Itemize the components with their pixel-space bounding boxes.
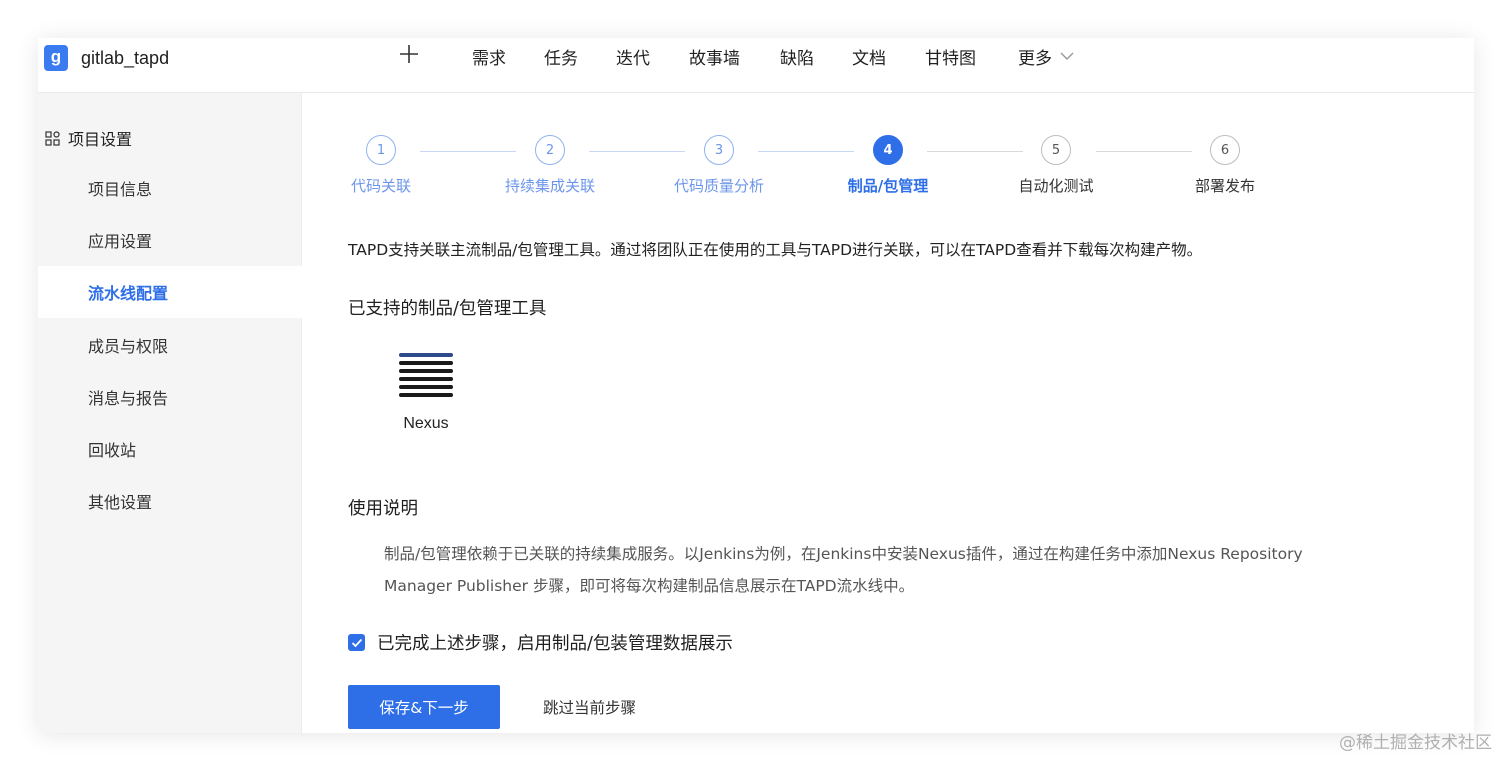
- grid-icon: [45, 130, 60, 146]
- enable-display-label: 已完成上述步骤，启用制品/包装管理数据展示: [377, 634, 733, 654]
- nav-more-label: 更多: [1018, 49, 1052, 69]
- app-window: g gitlab_tapd 需求 任务 迭代 故事墙 缺陷 文档 甘特图 更多: [38, 38, 1474, 733]
- sidebar: 项目设置 项目信息 应用设置 流水线配置 成员与权限 消息与报告 回收站 其他设…: [38, 93, 302, 733]
- project-logo[interactable]: g: [44, 45, 68, 71]
- sidebar-item-project-info[interactable]: 项目信息: [38, 162, 302, 214]
- step-connector: [927, 151, 1023, 152]
- step-connector: [420, 151, 516, 152]
- usage-line: 制品/包管理依赖于已关联的持续集成服务。以Jenkins为例，在Jenkins中…: [384, 545, 1303, 563]
- step-4-label[interactable]: 制品/包管理: [848, 175, 928, 196]
- nav-docs[interactable]: 文档: [852, 44, 886, 69]
- top-bar: g gitlab_tapd 需求 任务 迭代 故事墙 缺陷 文档 甘特图 更多: [38, 38, 1474, 93]
- sidebar-item-recycle-bin[interactable]: 回收站: [38, 423, 302, 475]
- nexus-icon: [393, 353, 459, 397]
- step-4-circle[interactable]: 4: [873, 135, 903, 165]
- main-content: 1 2 3 4 5 6 代码关联 持续集成关联 代码质量分析 制品/包管理 自动…: [303, 93, 1474, 733]
- nav-story-wall[interactable]: 故事墙: [689, 44, 740, 69]
- chevron-down-icon: [1060, 52, 1074, 60]
- sidebar-title-label: 项目设置: [68, 130, 133, 149]
- sidebar-title: 项目设置: [45, 126, 132, 150]
- sidebar-item-members[interactable]: 成员与权限: [38, 319, 302, 371]
- usage-title: 使用说明: [348, 499, 418, 519]
- step-1-circle[interactable]: 1: [366, 135, 396, 165]
- check-icon: [351, 638, 362, 647]
- nav-iterations[interactable]: 迭代: [616, 44, 650, 69]
- sidebar-item-app-settings[interactable]: 应用设置: [38, 214, 302, 266]
- step-connector: [1096, 151, 1192, 152]
- usage-line: Manager Publisher 步骤，即可将每次构建制品信息展示在TAPD流…: [384, 577, 915, 595]
- enable-display-checkbox-row[interactable]: 已完成上述步骤，启用制品/包装管理数据展示: [348, 630, 733, 655]
- step-1-label[interactable]: 代码关联: [351, 175, 411, 196]
- project-name[interactable]: gitlab_tapd: [81, 48, 169, 69]
- nav-more[interactable]: 更多: [1018, 44, 1074, 69]
- nav-requirements[interactable]: 需求: [472, 44, 506, 69]
- step-connector: [758, 151, 854, 152]
- sidebar-item-pipeline-config[interactable]: 流水线配置: [38, 266, 302, 318]
- plus-icon: [400, 45, 418, 63]
- nav-bugs[interactable]: 缺陷: [780, 44, 814, 69]
- page-description: TAPD支持关联主流制品/包管理工具。通过将团队正在使用的工具与TAPD进行关联…: [348, 241, 1203, 259]
- step-connector: [589, 151, 685, 152]
- watermark: @稀土掘金技术社区: [1339, 733, 1492, 753]
- sidebar-item-messages[interactable]: 消息与报告: [38, 371, 302, 423]
- create-button[interactable]: [396, 41, 422, 67]
- enable-display-checkbox[interactable]: [348, 634, 365, 651]
- step-6-label[interactable]: 部署发布: [1195, 175, 1255, 196]
- step-5-circle[interactable]: 5: [1041, 135, 1071, 165]
- step-5-label[interactable]: 自动化测试: [1018, 175, 1093, 196]
- tool-card-nexus[interactable]: Nexus: [393, 353, 459, 433]
- nav-tasks[interactable]: 任务: [544, 44, 578, 69]
- tool-name: Nexus: [403, 415, 449, 432]
- step-3-label[interactable]: 代码质量分析: [674, 175, 764, 196]
- usage-text: 制品/包管理依赖于已关联的持续集成服务。以Jenkins为例，在Jenkins中…: [384, 538, 1474, 602]
- step-3-circle[interactable]: 3: [704, 135, 734, 165]
- sidebar-item-other-settings[interactable]: 其他设置: [38, 475, 302, 527]
- step-6-circle[interactable]: 6: [1210, 135, 1240, 165]
- nav-gantt[interactable]: 甘特图: [925, 44, 976, 69]
- save-next-button[interactable]: 保存&下一步: [348, 685, 500, 729]
- skip-step-button[interactable]: 跳过当前步骤: [543, 696, 636, 718]
- step-2-label[interactable]: 持续集成关联: [505, 175, 595, 196]
- step-2-circle[interactable]: 2: [535, 135, 565, 165]
- supported-tools-title: 已支持的制品/包管理工具: [348, 299, 547, 319]
